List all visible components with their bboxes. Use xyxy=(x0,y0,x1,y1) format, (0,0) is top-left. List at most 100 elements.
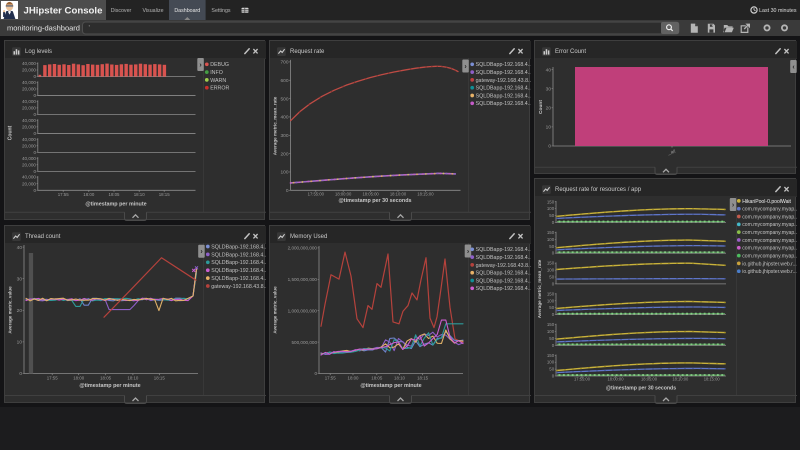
svg-text:0: 0 xyxy=(314,371,317,376)
svg-text:20,000: 20,000 xyxy=(22,181,36,186)
svg-text:150: 150 xyxy=(547,353,555,358)
svg-text:100: 100 xyxy=(547,237,555,242)
svg-text:18:00:00: 18:00:00 xyxy=(335,192,352,197)
svg-text:Average metric_mean_rate: Average metric_mean_rate xyxy=(537,259,542,318)
svg-text:17:55:00: 17:55:00 xyxy=(308,192,325,197)
svg-text:40,000: 40,000 xyxy=(22,61,36,66)
svg-text:SQLDBapp-192.168.4...: SQLDBapp-192.168.4... xyxy=(211,276,266,282)
svg-text:10: 10 xyxy=(17,340,23,346)
svg-text:20,000: 20,000 xyxy=(22,143,36,148)
svg-text:gateway-192.168.43.8...: gateway-192.168.43.8... xyxy=(211,284,266,290)
svg-text:50: 50 xyxy=(549,367,554,372)
svg-text:150: 150 xyxy=(547,291,555,296)
svg-text:com.mycompany.myap...: com.mycompany.myap... xyxy=(742,253,797,259)
svg-text:200: 200 xyxy=(280,151,288,157)
svg-text:100: 100 xyxy=(547,360,555,365)
svg-text:io.github.jhipster.web.r...: io.github.jhipster.web.r... xyxy=(742,261,797,267)
svg-text:18:10:00: 18:10:00 xyxy=(390,192,407,197)
svg-text:0: 0 xyxy=(548,144,551,150)
svg-text:18:05: 18:05 xyxy=(371,376,383,381)
svg-text:INFO: INFO xyxy=(210,70,223,76)
svg-text:20,000: 20,000 xyxy=(22,124,36,129)
svg-text:18:10:00: 18:10:00 xyxy=(672,377,689,382)
svg-text:0: 0 xyxy=(33,131,36,136)
svg-text:SQLDBapp-192.168.4...: SQLDBapp-192.168.4... xyxy=(476,62,531,68)
svg-text:20,000: 20,000 xyxy=(22,68,36,73)
svg-text:0: 0 xyxy=(19,371,22,377)
svg-text:_all: _all xyxy=(666,149,676,157)
svg-text:com.mycompany.myap...: com.mycompany.myap... xyxy=(742,207,797,213)
svg-text:SQLDBapp-192.168.4...: SQLDBapp-192.168.4... xyxy=(476,93,531,99)
svg-text:SQLDBapp-192.168.4...: SQLDBapp-192.168.4... xyxy=(476,271,531,277)
svg-text:0: 0 xyxy=(552,220,555,225)
svg-text:400: 400 xyxy=(280,115,288,121)
svg-text:18:15: 18:15 xyxy=(154,376,166,381)
svg-text:0: 0 xyxy=(33,74,36,79)
svg-text:gateway-192.168.43.8...: gateway-192.168.43.8... xyxy=(476,263,531,269)
svg-text:500: 500 xyxy=(280,96,288,102)
svg-text:Log levels: Log levels xyxy=(25,49,52,55)
svg-text:0: 0 xyxy=(552,343,555,348)
svg-text:@timestamp per minute: @timestamp per minute xyxy=(360,383,421,389)
svg-text:150: 150 xyxy=(547,230,555,235)
svg-text:20,000: 20,000 xyxy=(22,87,36,92)
svg-text:Error Count: Error Count xyxy=(555,49,586,55)
svg-text:100: 100 xyxy=(280,170,288,176)
svg-text:100: 100 xyxy=(547,298,555,303)
svg-text:40,000: 40,000 xyxy=(22,99,36,104)
svg-text:0: 0 xyxy=(552,281,555,286)
svg-text:Average metric_mean_rate: Average metric_mean_rate xyxy=(273,96,278,155)
svg-text:SQLDBapp-192.168.4...: SQLDBapp-192.168.4... xyxy=(476,70,531,76)
svg-text:SQLDBapp-192.168.4...: SQLDBapp-192.168.4... xyxy=(211,244,266,250)
svg-text:150: 150 xyxy=(547,322,555,327)
svg-text:17:55: 17:55 xyxy=(325,376,337,381)
svg-text:0: 0 xyxy=(33,188,36,193)
svg-text:SQLDBapp-192.168.4...: SQLDBapp-192.168.4... xyxy=(211,260,266,266)
svg-text:40: 40 xyxy=(546,67,552,73)
svg-text:18:10: 18:10 xyxy=(134,192,146,197)
svg-text:@timestamp per minute: @timestamp per minute xyxy=(79,383,140,389)
svg-text:40,000: 40,000 xyxy=(22,137,36,142)
svg-text:WARN: WARN xyxy=(210,78,226,84)
svg-text:com.mycompany.myap...: com.mycompany.myap... xyxy=(742,214,797,220)
svg-text:com.mycompany.myap...: com.mycompany.myap... xyxy=(742,230,797,236)
svg-text:100: 100 xyxy=(547,268,555,273)
svg-text:0: 0 xyxy=(33,150,36,155)
svg-text:50: 50 xyxy=(549,305,554,310)
svg-text:18:05:00: 18:05:00 xyxy=(641,377,658,382)
svg-text:0: 0 xyxy=(286,188,289,194)
svg-text:ERROR: ERROR xyxy=(210,86,229,92)
svg-text:300: 300 xyxy=(280,133,288,139)
svg-text:SQLDBapp-192.168.4...: SQLDBapp-192.168.4... xyxy=(476,255,531,261)
svg-text:18:00: 18:00 xyxy=(73,376,85,381)
svg-text:io.github.jhipster.web.r...: io.github.jhipster.web.r... xyxy=(742,269,797,275)
svg-text:0: 0 xyxy=(33,112,36,117)
svg-text:500,000,000: 500,000,000 xyxy=(291,340,317,345)
svg-text:30: 30 xyxy=(17,276,23,282)
svg-text:50: 50 xyxy=(549,213,554,218)
svg-text:0: 0 xyxy=(552,374,555,379)
svg-text:Count: Count xyxy=(8,125,14,140)
svg-text:SQLDBapp-192.168.4...: SQLDBapp-192.168.4... xyxy=(476,101,531,107)
svg-text:Discover: Discover xyxy=(111,8,132,14)
svg-text:18:10: 18:10 xyxy=(394,376,406,381)
svg-text:18:15:00: 18:15:00 xyxy=(704,377,721,382)
svg-text:Average metric_value: Average metric_value xyxy=(8,286,13,334)
svg-text:700: 700 xyxy=(280,60,288,66)
svg-text:150: 150 xyxy=(547,199,555,204)
svg-text:SQLDBapp-192.168.4...: SQLDBapp-192.168.4... xyxy=(211,252,266,258)
svg-text:30: 30 xyxy=(546,86,552,92)
svg-text:18:15: 18:15 xyxy=(159,192,171,197)
svg-text:50: 50 xyxy=(549,336,554,341)
svg-text:18:05: 18:05 xyxy=(100,376,112,381)
svg-text:@timestamp per 30 seconds: @timestamp per 30 seconds xyxy=(606,386,676,392)
svg-text:com.mycompany.myap...: com.mycompany.myap... xyxy=(742,246,797,252)
svg-text:18:15: 18:15 xyxy=(417,376,429,381)
svg-text:40,000: 40,000 xyxy=(22,175,36,180)
svg-text:40,000: 40,000 xyxy=(22,118,36,123)
svg-text:600: 600 xyxy=(280,78,288,84)
svg-text:50: 50 xyxy=(549,275,554,280)
svg-text:Visualize: Visualize xyxy=(142,8,163,14)
svg-text:Count: Count xyxy=(538,100,544,114)
svg-text:@timestamp per 30 seconds: @timestamp per 30 seconds xyxy=(339,198,412,204)
